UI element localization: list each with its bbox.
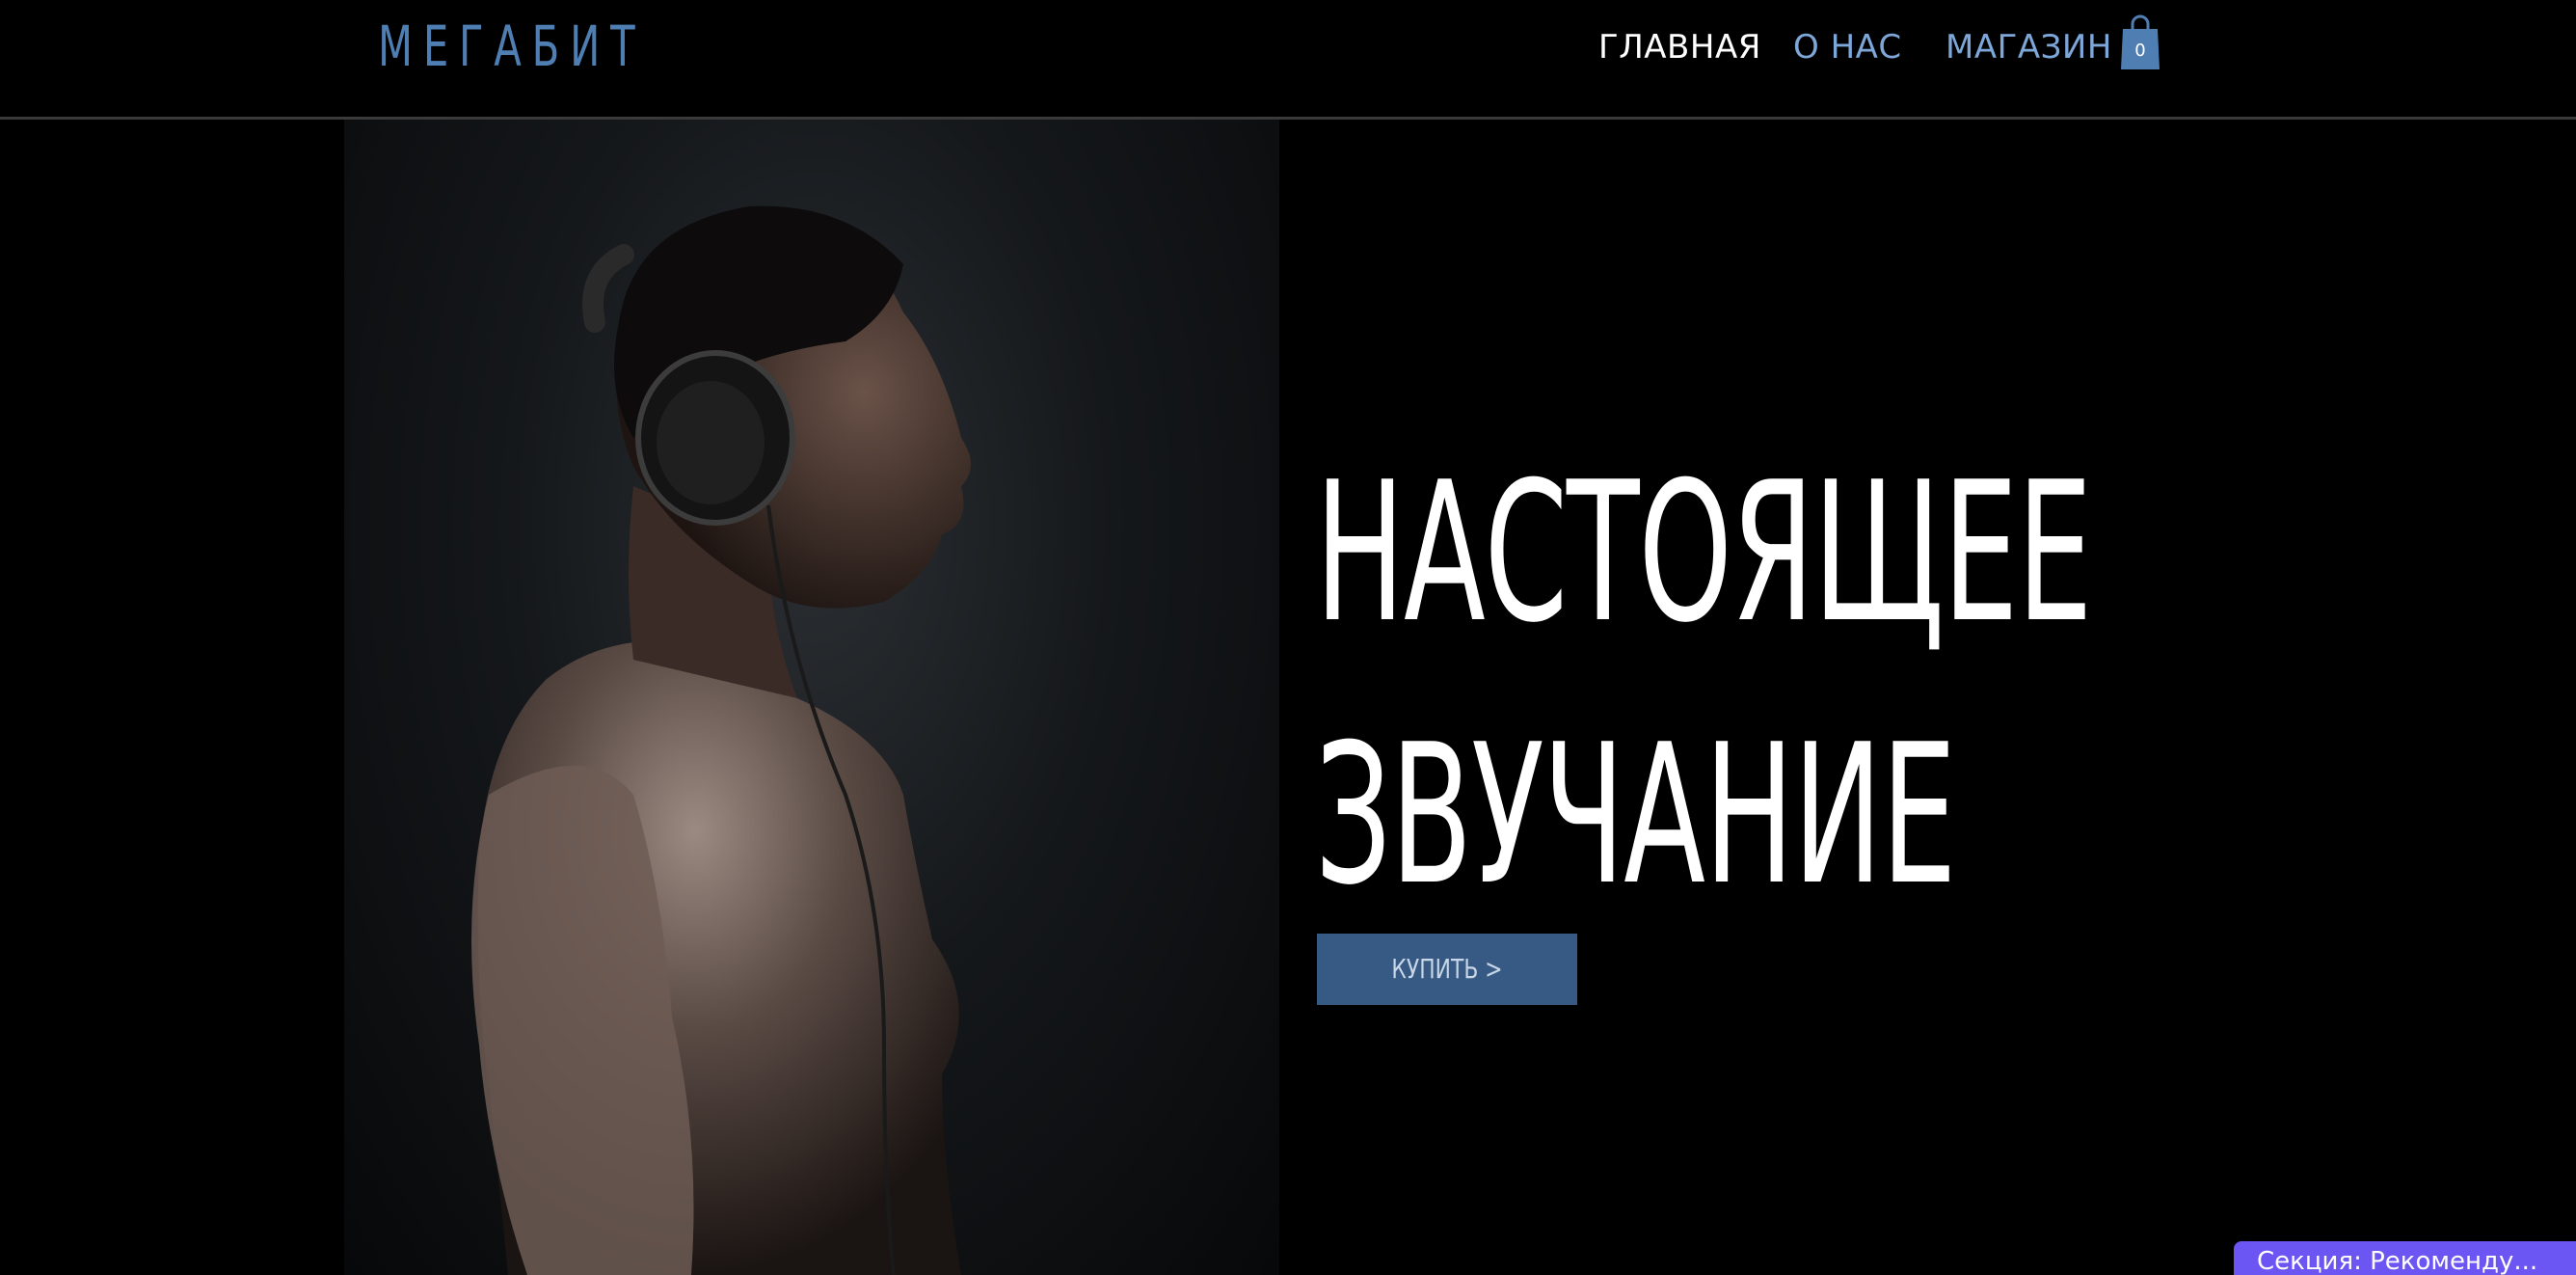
man-with-headphones-photo: [471, 205, 971, 1275]
section-tag[interactable]: Секция: Рекоменду...: [2234, 1241, 2576, 1275]
hero-photo: [344, 120, 1279, 1275]
hero-title: НАСТОЯЩЕЕ ЗВУЧАНИЕ: [1315, 422, 2093, 947]
site-header: МЕГАБИТ ГЛАВНАЯ О НАС МАГАЗИН 0: [0, 0, 2576, 117]
cart-count: 0: [2134, 41, 2146, 61]
nav-about[interactable]: О НАС: [1793, 23, 1902, 71]
cart-button[interactable]: 0: [2117, 14, 2163, 71]
site-logo[interactable]: МЕГАБИТ: [378, 8, 645, 85]
hero-title-line2: ЗВУЧАНИЕ: [1315, 703, 1957, 928]
nav-home[interactable]: ГЛАВНАЯ: [1598, 23, 1761, 71]
section-tag-label: Секция: Рекоменду...: [2257, 1247, 2538, 1275]
hero-title-line1: НАСТОЯЩЕЕ: [1315, 441, 2093, 665]
buy-button[interactable]: КУПИТЬ >: [1317, 934, 1577, 1005]
buy-button-label: КУПИТЬ >: [1391, 953, 1503, 985]
nav-shop[interactable]: МАГАЗИН: [1945, 23, 2112, 71]
